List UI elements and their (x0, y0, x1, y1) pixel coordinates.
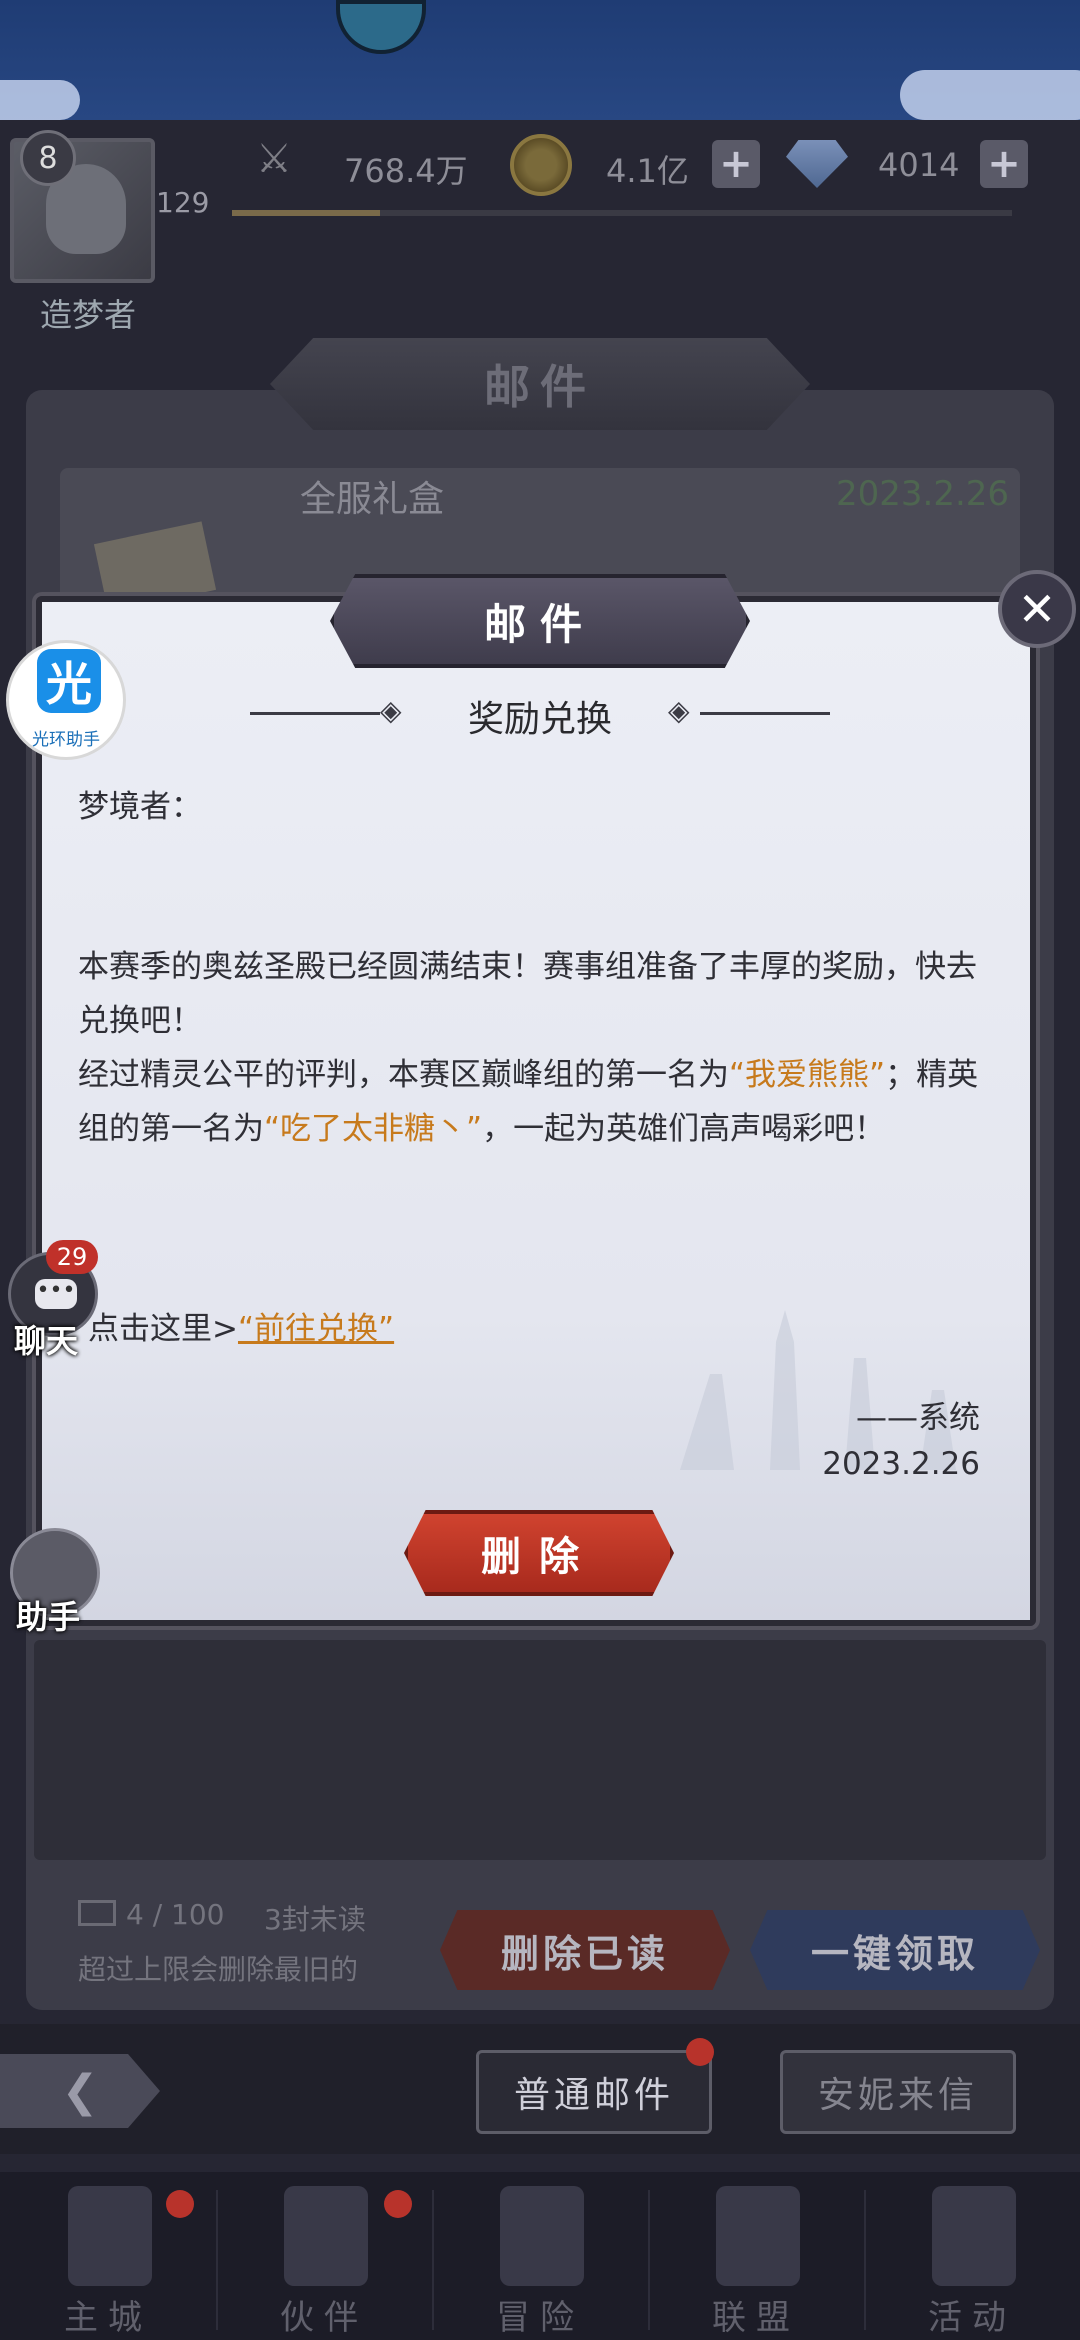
modal-title: 邮件 (483, 599, 596, 649)
mail-greeting: 梦境者： (78, 789, 202, 825)
nav-label: 冒险 (496, 2298, 584, 2338)
sword-icon: ⚔ (256, 136, 292, 182)
exp-bar (232, 210, 1012, 216)
cards-icon (932, 2186, 1016, 2286)
mail-signature: ——系统 (856, 1400, 980, 1436)
nav-label: 伙伴 (280, 2298, 368, 2338)
tab-normal-mail[interactable]: 普通邮件 (476, 2050, 712, 2134)
player-title: 造梦者 (40, 296, 137, 334)
nav-label: 主城 (64, 2298, 152, 2338)
guanghuan-label: 光环助手 (32, 730, 100, 750)
cloud-decoration (900, 70, 1080, 120)
mail-list-item-date: 2023.2.26 (836, 474, 1010, 514)
close-icon: ✕ (1017, 582, 1057, 636)
nav-item-alliance[interactable]: 联盟 (648, 2172, 864, 2340)
back-arrow-icon: ❮ (61, 2065, 99, 2117)
mail-limit-note: 超过上限会删除最旧的 (78, 1953, 359, 1986)
unread-count: 3封未读 (264, 1903, 366, 1936)
mail-list-item-name: 全服礼盒 (300, 479, 445, 520)
mail-list-empty-area (34, 1640, 1046, 1860)
cloud-decoration (0, 80, 80, 120)
claim-all-button[interactable]: 一键领取 (750, 1910, 1040, 1990)
guanghuan-logo-icon: 光 (37, 649, 101, 713)
delete-button-label[interactable]: 删除 (404, 1510, 674, 1596)
nav-item-events[interactable]: 活动 (864, 2172, 1080, 2340)
notification-dot (384, 2190, 412, 2218)
shield-icon (716, 2186, 800, 2286)
click-prefix: 点击这里> (88, 1311, 238, 1347)
chat-label[interactable]: 聊天 (14, 1316, 78, 1362)
mail-signature-date: 2023.2.26 (822, 1446, 980, 1482)
subject-divider-right (700, 712, 830, 715)
mail-window-banner: 邮件 (270, 338, 810, 430)
notification-dot (166, 2190, 194, 2218)
highlight-name-peak: “我爱熊熊” (729, 1057, 886, 1093)
chat-unread-badge: 29 (46, 1240, 98, 1274)
subject-divider-left (250, 712, 380, 715)
player-level-badge: 8 (20, 130, 76, 186)
mail-subject: 奖励兑换 (467, 699, 612, 740)
mail-window-title: 邮件 (484, 360, 596, 414)
diamond-value: 4014 (878, 146, 960, 184)
close-button[interactable]: ✕ (998, 570, 1076, 648)
highlight-name-elite: “吃了太非糖丶” (264, 1111, 483, 1147)
mail-paragraph-2: 经过精灵公平的评判，本赛区巅峰组的第一名为“我爱熊熊”；精英组的第一名为“吃了太… (78, 1048, 998, 1156)
exp-bar-fill (232, 210, 381, 216)
nav-item-adventure[interactable]: 冒险 (432, 2172, 648, 2340)
paragraph-text: 经过精灵公平的评判，本赛区巅峰组的第一名为 (78, 1057, 729, 1093)
castle-icon (68, 2186, 152, 2286)
back-button[interactable]: ❮ (0, 2054, 160, 2128)
gold-coin-icon (510, 134, 572, 196)
power-value: 768.4万 (344, 152, 468, 190)
witch-hat-icon (284, 2186, 368, 2286)
nav-label: 联盟 (712, 2298, 800, 2338)
add-diamond-button[interactable]: + (980, 140, 1028, 188)
guanghuan-helper-button[interactable]: 光 光环助手 (6, 640, 126, 760)
chat-bubble-icon: ••• (35, 1279, 77, 1309)
mail-count-icon (78, 1900, 116, 1926)
delete-read-button[interactable]: 删除已读 (440, 1910, 730, 1990)
paragraph-text: ，一起为英雄们高声喝彩吧！ (482, 1111, 886, 1147)
assistant-label[interactable]: 助手 (16, 1592, 80, 1638)
tab-annie-mail[interactable]: 安妮来信 (780, 2050, 1016, 2134)
diamond-ornament-icon: ◈ (668, 694, 690, 727)
mail-click-line: 点击这里>“前往兑换” (88, 1302, 1008, 1356)
gold-value: 4.1亿 (606, 152, 689, 190)
nav-label: 活动 (928, 2298, 1016, 2338)
redeem-link[interactable]: “前往兑换” (238, 1311, 394, 1347)
mail-count: 4 / 100 (126, 1898, 225, 1931)
notification-dot (686, 2038, 714, 2066)
mail-paragraph-1: 本赛季的奥兹圣殿已经圆满结束！赛事组准备了丰厚的奖励，快去兑换吧！ (78, 949, 977, 1039)
player-level-number: 129 (156, 186, 210, 219)
compass-icon (500, 2186, 584, 2286)
add-gold-button[interactable]: + (712, 140, 760, 188)
